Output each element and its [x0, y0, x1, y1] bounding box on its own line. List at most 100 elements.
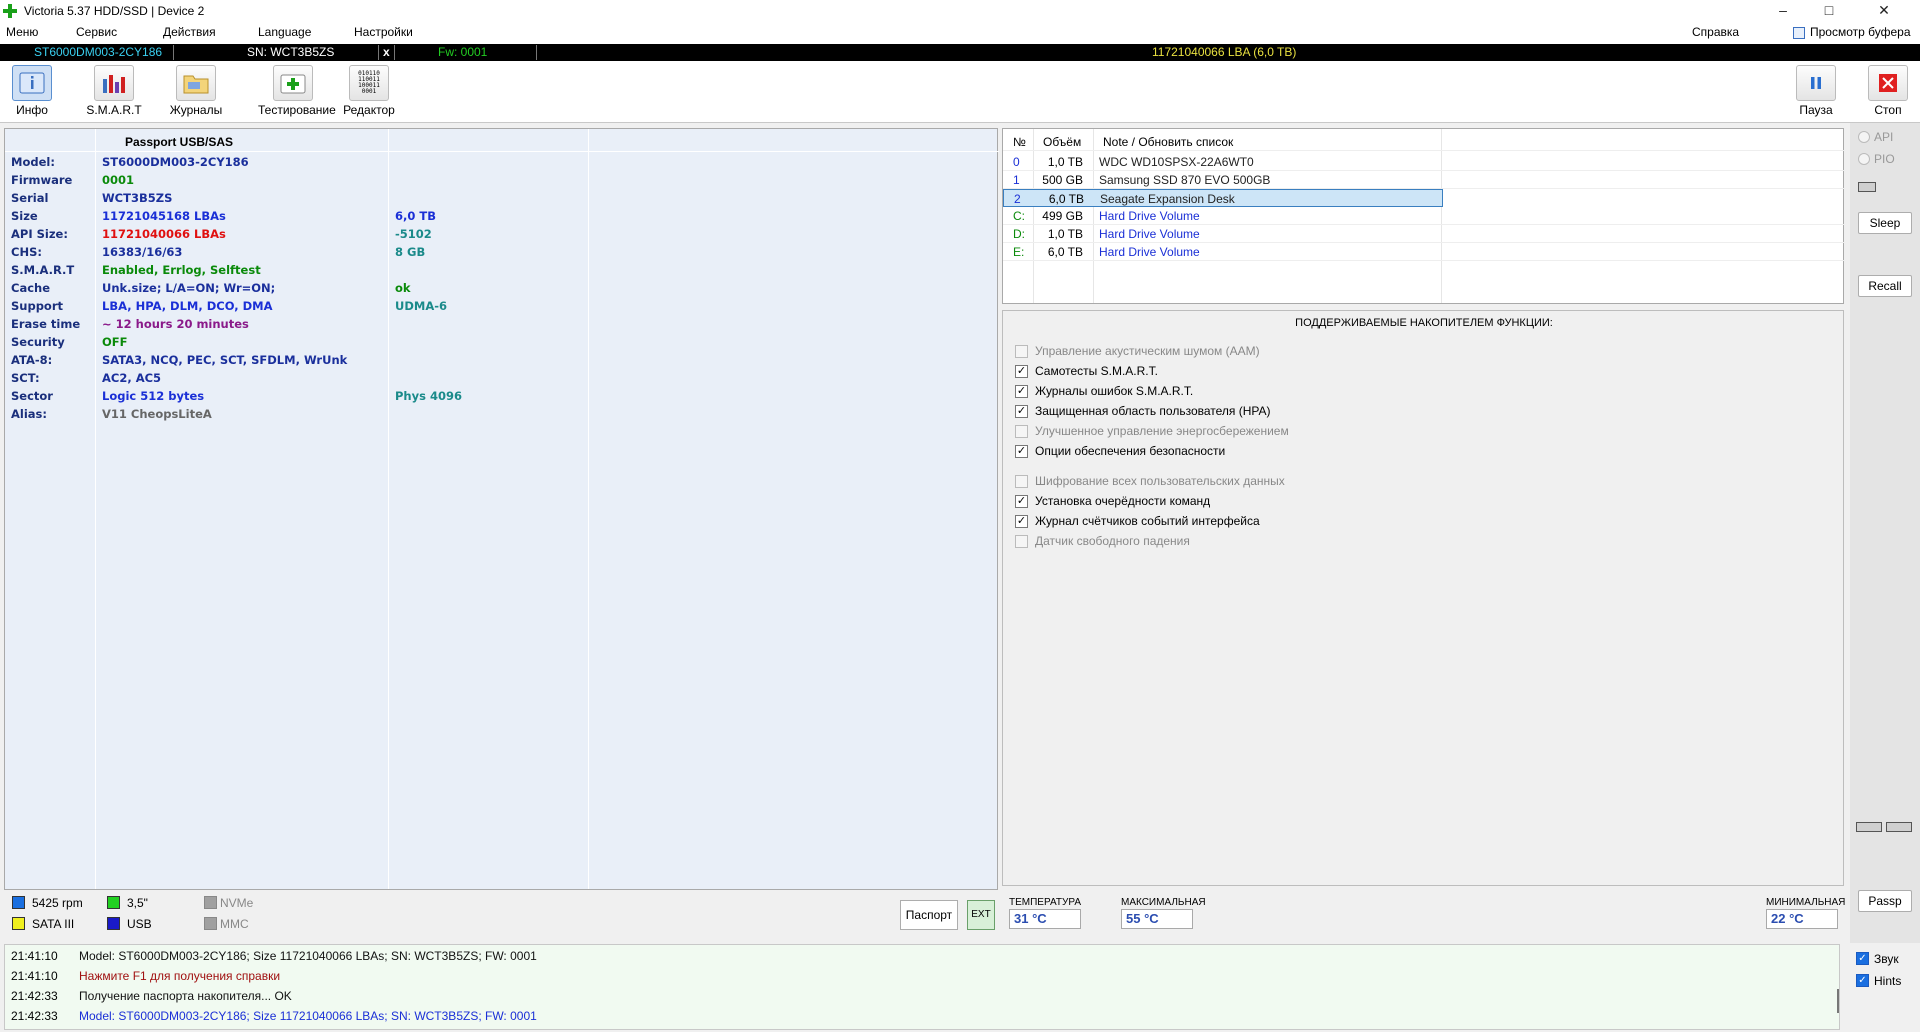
pio-radio[interactable] — [1858, 153, 1870, 165]
passport-row: SCT: AC2, AC5 — [5, 369, 999, 387]
drive-row[interactable]: D: 1,0 TB Hard Drive Volume — [1003, 225, 1845, 243]
drive-number: E: — [1013, 245, 1025, 259]
drive-note: Hard Drive Volume — [1099, 227, 1200, 241]
sound-label: Звук — [1874, 952, 1899, 966]
log-time: 21:42:33 — [11, 989, 58, 1003]
passport-extra: -5102 — [395, 227, 432, 241]
drive-size: 1,0 TB — [1047, 227, 1083, 241]
maximize-button[interactable]: □ — [1806, 0, 1852, 22]
feature-checkbox[interactable]: ✓ — [1015, 445, 1028, 458]
menu-view-buffer[interactable]: Просмотр буфера — [1810, 25, 1911, 39]
menu-service[interactable]: Сервис — [76, 25, 117, 39]
passport-value: 16383/16/63 — [102, 245, 183, 259]
title-bar: Victoria 5.37 HDD/SSD | Device 2 – □ ✕ — [0, 0, 1920, 22]
strip-close[interactable]: x — [383, 45, 390, 60]
recall-button[interactable]: Recall — [1858, 275, 1912, 297]
sata-label: SATA III — [32, 917, 75, 931]
passport-button[interactable]: Паспорт — [900, 900, 958, 930]
log-scrollbar[interactable] — [1837, 989, 1839, 1013]
drive-row[interactable]: C: 499 GB Hard Drive Volume — [1003, 207, 1845, 225]
logs-button[interactable]: Журналы — [168, 65, 224, 121]
feature-label: Установка очерёдности команд — [1035, 494, 1211, 508]
device-info-strip: ST6000DM003-2CY186 SN: WCT3B5ZS x Fw: 00… — [0, 44, 1920, 61]
drive-row[interactable]: 1 500 GB Samsung SSD 870 EVO 500GB — [1003, 171, 1845, 189]
editor-button[interactable]: 010110 110011 100011 0001 Редактор — [342, 65, 396, 121]
feature-checkbox[interactable] — [1015, 425, 1028, 438]
feature-label: Управление акустическим шумом (AAM) — [1035, 344, 1260, 358]
drive-row[interactable]: 0 1,0 TB WDC WD10SPSX-22A6WT0 — [1003, 153, 1845, 171]
passport-panel: Passport USB/SAS Model: ST6000DM003-2CY18… — [4, 128, 999, 890]
passport-row: Firmware 0001 — [5, 171, 999, 189]
ext-button[interactable]: EXT — [967, 900, 995, 930]
temperature-label: ТЕМПЕРАТУРА — [1009, 897, 1081, 908]
passport-row: Support LBA, HPA, DLM, DCO, DMA UDMA-6 — [5, 297, 999, 315]
passport-value: 11721045168 LBAs — [102, 209, 226, 223]
feature-checkbox[interactable]: ✓ — [1015, 365, 1028, 378]
strip-serial: SN: WCT3B5ZS — [247, 45, 335, 59]
pause-icon — [1796, 65, 1836, 101]
log-entry: 21:41:10 Нажмите F1 для получения справки — [11, 969, 280, 983]
feature-checkbox[interactable] — [1015, 535, 1028, 548]
smart-chart-icon — [94, 65, 134, 101]
folder-icon — [176, 65, 216, 101]
col-note[interactable]: Note / Обновить список — [1103, 135, 1233, 149]
info-button[interactable]: Инфо — [8, 65, 56, 121]
passport-label: API Size: — [11, 227, 68, 241]
feature-checkbox[interactable] — [1015, 345, 1028, 358]
log-time: 21:41:10 — [11, 969, 58, 983]
passport-value: 11721040066 LBAs — [102, 227, 226, 241]
drive-note: Seagate Expansion Desk — [1100, 192, 1235, 206]
drive-number: C: — [1013, 209, 1025, 223]
passport-row: Erase time ~ 12 hours 20 minutes — [5, 315, 999, 333]
drive-number: 1 — [1013, 173, 1020, 187]
sleep-button[interactable]: Sleep — [1858, 212, 1912, 234]
smart-button[interactable]: S.M.A.R.T — [86, 65, 142, 121]
drive-size: 6,0 TB — [1047, 245, 1083, 259]
feature-checkbox[interactable]: ✓ — [1015, 385, 1028, 398]
passport-value: Logic 512 bytes — [102, 389, 205, 403]
passport-row: Security OFF — [5, 333, 999, 351]
passport-row: Sector Logic 512 bytes Phys 4096 — [5, 387, 999, 405]
drive-row[interactable]: E: 6,0 TB Hard Drive Volume — [1003, 243, 1845, 261]
passport-row: Serial WCT3B5ZS — [5, 189, 999, 207]
pause-button[interactable]: Пауза — [1794, 65, 1838, 121]
passport-label: Firmware — [11, 173, 73, 187]
stop-button[interactable]: Стоп — [1866, 65, 1910, 121]
passport-value: Unk.size; L/A=ON; Wr=ON; — [102, 281, 276, 295]
api-radio[interactable] — [1858, 131, 1870, 143]
log-time: 21:41:10 — [11, 949, 58, 963]
menu-main[interactable]: Меню — [6, 25, 38, 39]
drive-number: D: — [1013, 227, 1025, 241]
features-title: ПОДДЕРЖИВАЕМЫЕ НАКОПИТЕЛЕМ ФУНКЦИИ: — [1295, 317, 1553, 329]
minimize-button[interactable]: – — [1760, 0, 1806, 22]
passport-value: V11 CheopsLiteA — [102, 407, 212, 421]
api-label: API — [1874, 130, 1894, 144]
passport-row: CHS: 16383/16/63 8 GB — [5, 243, 999, 261]
menu-settings[interactable]: Настройки — [354, 25, 413, 39]
passport-value: 0001 — [102, 173, 135, 187]
passport-value: OFF — [102, 335, 128, 349]
drive-row[interactable]: 2 6,0 TB Seagate Expansion Desk — [1003, 189, 1443, 207]
log-entry: 21:42:33 Получение паспорта накопителя...… — [11, 989, 292, 1003]
sound-checkbox[interactable]: ✓ — [1856, 952, 1869, 965]
col-size: Объём — [1043, 135, 1082, 149]
testing-button[interactable]: Тестирование — [258, 65, 336, 121]
feature-checkbox[interactable]: ✓ — [1015, 405, 1028, 418]
menu-actions[interactable]: Действия — [163, 25, 216, 39]
feature-checkbox[interactable]: ✓ — [1015, 515, 1028, 528]
menu-help[interactable]: Справка — [1692, 25, 1739, 39]
close-window-button[interactable]: ✕ — [1852, 0, 1916, 22]
passport-header: Passport USB/SAS — [125, 135, 234, 149]
passport-value: Enabled, Errlog, Selftest — [102, 263, 261, 277]
hints-checkbox[interactable]: ✓ — [1856, 974, 1869, 987]
log-text: Model: ST6000DM003-2CY186; Size 11721040… — [79, 949, 537, 963]
drive-list-header: № Объём Note / Обновить список — [1003, 133, 1845, 151]
menu-language[interactable]: Language — [258, 25, 311, 39]
indicator-left — [1856, 822, 1882, 832]
passport-label: Sector — [11, 389, 53, 403]
info-icon — [12, 65, 52, 101]
passp-button[interactable]: Passp — [1858, 890, 1912, 912]
feature-checkbox[interactable] — [1015, 475, 1028, 488]
passport-label: Support — [11, 299, 64, 313]
feature-checkbox[interactable]: ✓ — [1015, 495, 1028, 508]
